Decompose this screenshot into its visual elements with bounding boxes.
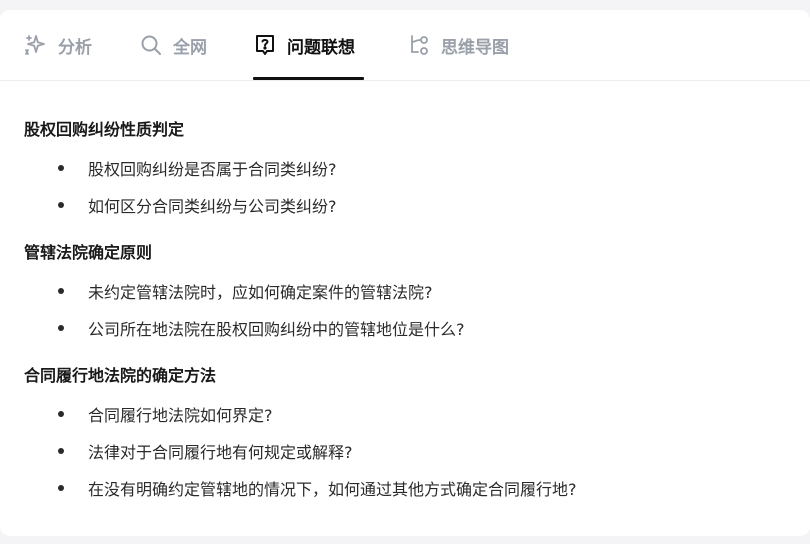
question-text: 未约定管辖法院时，应如何确定案件的管辖法院? bbox=[88, 283, 433, 302]
tab-label: 问题联想 bbox=[287, 37, 355, 58]
question-item[interactable]: 合同履行地法院如何界定? bbox=[58, 402, 273, 426]
tab-label: 全网 bbox=[173, 37, 207, 58]
question-text: 合同履行地法院如何界定? bbox=[88, 406, 273, 425]
bullet-icon bbox=[58, 288, 64, 294]
question-item[interactable]: 如何区分合同类纠纷与公司类纠纷? bbox=[58, 193, 337, 217]
question-bubble-icon bbox=[253, 33, 277, 57]
tab-web[interactable]: 全网 bbox=[139, 32, 207, 58]
question-text: 公司所在地法院在股权回购纠纷中的管辖地位是什么? bbox=[88, 320, 465, 339]
question-item[interactable]: 股权回购纠纷是否属于合同类纠纷? bbox=[58, 156, 337, 180]
bullet-icon bbox=[58, 485, 64, 491]
section-title: 管辖法院确定原则 bbox=[24, 243, 153, 262]
tab-bar: 分析 全网 问题联想 思维导图 bbox=[0, 10, 810, 81]
tab-label: 分析 bbox=[58, 37, 92, 58]
sparkle-icon bbox=[24, 33, 48, 57]
question-text: 法律对于合同履行地有何规定或解释? bbox=[88, 443, 353, 462]
mindmap-icon bbox=[407, 33, 431, 57]
question-item[interactable]: 法律对于合同履行地有何规定或解释? bbox=[58, 439, 353, 463]
bullet-icon bbox=[58, 411, 64, 417]
question-text: 如何区分合同类纠纷与公司类纠纷? bbox=[88, 197, 337, 216]
tab-label: 思维导图 bbox=[441, 37, 509, 58]
bullet-icon bbox=[58, 448, 64, 454]
section-title: 合同履行地法院的确定方法 bbox=[24, 366, 217, 385]
related-questions-panel: 分析 全网 问题联想 思维导图 股权回购纠纷性质判定 股权回购纠纷是否属于合同类… bbox=[0, 10, 810, 536]
question-text: 在没有明确约定管辖地的情况下，如何通过其他方式确定合同履行地? bbox=[88, 480, 577, 499]
question-item[interactable]: 在没有明确约定管辖地的情况下，如何通过其他方式确定合同履行地? bbox=[58, 476, 577, 500]
tab-mindmap[interactable]: 思维导图 bbox=[407, 32, 509, 58]
bullet-icon bbox=[58, 202, 64, 208]
bullet-icon bbox=[58, 325, 64, 331]
tab-analysis[interactable]: 分析 bbox=[24, 32, 92, 58]
section-title: 股权回购纠纷性质判定 bbox=[24, 120, 185, 139]
active-tab-indicator bbox=[253, 77, 364, 80]
question-item[interactable]: 未约定管辖法院时，应如何确定案件的管辖法院? bbox=[58, 279, 433, 303]
bullet-icon bbox=[58, 165, 64, 171]
question-item[interactable]: 公司所在地法院在股权回购纠纷中的管辖地位是什么? bbox=[58, 316, 465, 340]
question-text: 股权回购纠纷是否属于合同类纠纷? bbox=[88, 160, 337, 179]
tab-related-questions[interactable]: 问题联想 bbox=[253, 32, 355, 58]
search-icon bbox=[139, 33, 163, 57]
